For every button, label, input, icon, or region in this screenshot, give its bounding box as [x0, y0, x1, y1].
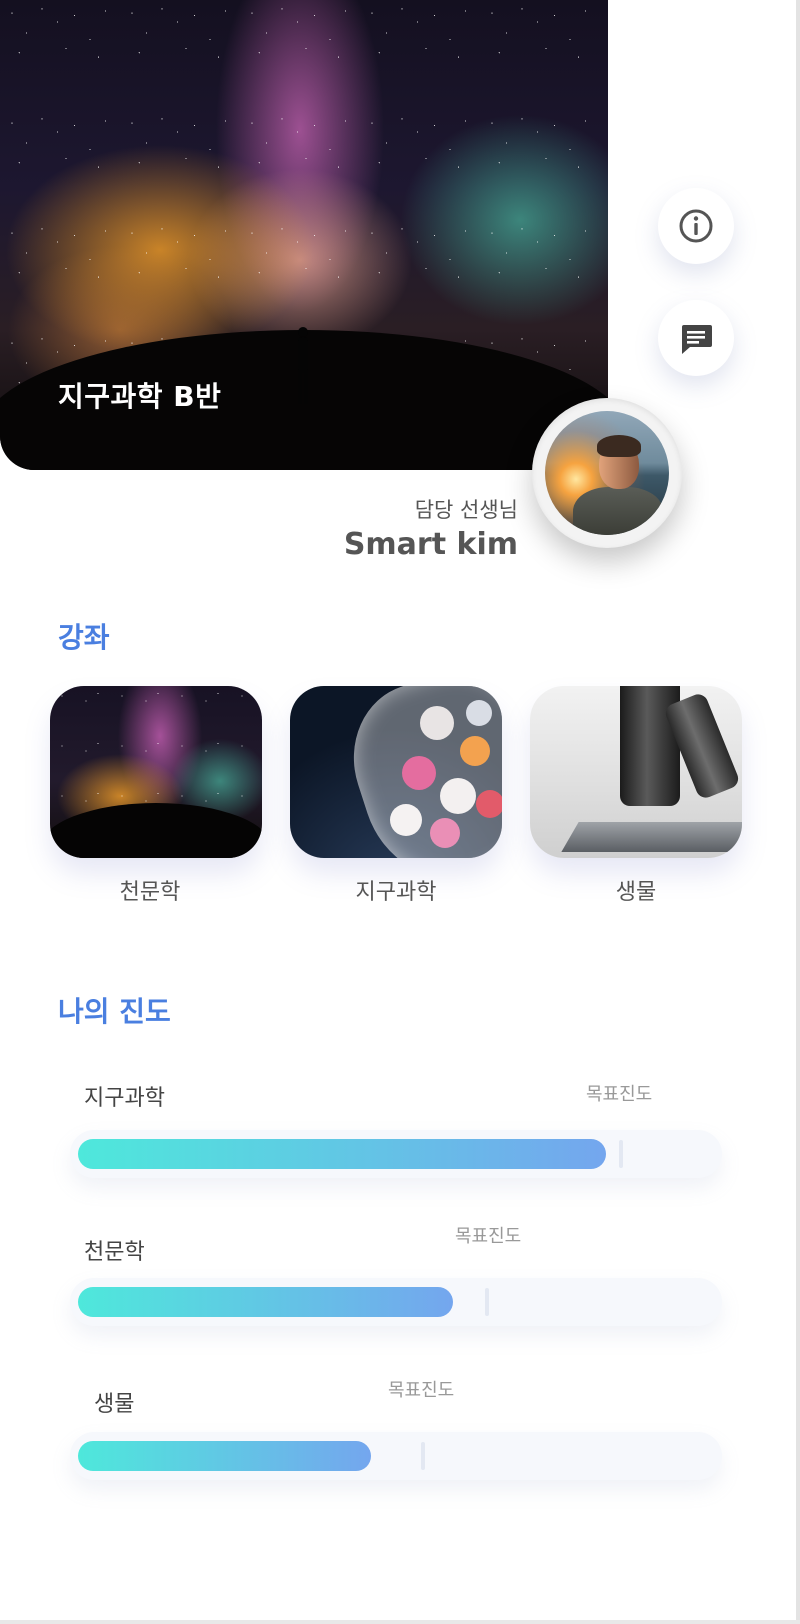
- progress-section-title: 나의 진도: [58, 995, 171, 1028]
- pill: [390, 804, 422, 836]
- course-label-astronomy: 천문학: [119, 880, 181, 905]
- class-hero-banner: 지구과학 B반: [0, 0, 608, 470]
- course-card-earth-science[interactable]: [290, 686, 502, 858]
- pill: [402, 756, 436, 790]
- teacher-avatar[interactable]: [532, 398, 682, 548]
- message-icon: [682, 325, 712, 354]
- progress-name-biology: 생물: [94, 1392, 135, 1417]
- scroll-edge: [796, 0, 800, 1624]
- avatar-hair: [597, 435, 641, 457]
- course-card-biology[interactable]: [530, 686, 742, 858]
- pill: [460, 736, 490, 766]
- progress-track-astronomy: [70, 1278, 722, 1326]
- course-label-earth-science: 지구과학: [355, 880, 437, 905]
- info-icon: [679, 209, 713, 243]
- goal-label: 목표진도: [455, 1226, 522, 1247]
- progress-track-biology: [70, 1432, 722, 1480]
- goal-marker: [485, 1288, 489, 1316]
- teacher-label: 담당 선생님: [414, 498, 518, 522]
- progress-name-astronomy: 천문학: [84, 1240, 145, 1265]
- bottom-edge: [0, 1620, 800, 1624]
- person-silhouette: [298, 327, 308, 404]
- courses-section-title: 강좌: [58, 621, 110, 654]
- goal-label: 목표진도: [388, 1380, 455, 1401]
- microscope-stage: [561, 822, 742, 852]
- pill: [466, 700, 492, 726]
- progress-fill: [78, 1441, 371, 1471]
- progress-track-earth-science: [70, 1130, 722, 1178]
- info-button[interactable]: [658, 188, 734, 264]
- progress-fill: [78, 1287, 453, 1317]
- progress-name-earth-science: 지구과학: [84, 1086, 165, 1111]
- message-button[interactable]: [658, 300, 734, 376]
- pill: [440, 778, 476, 814]
- pill: [420, 706, 454, 740]
- pill: [430, 818, 460, 848]
- class-title: 지구과학 B반: [58, 380, 222, 413]
- teacher-photo: [545, 411, 669, 535]
- goal-marker: [421, 1442, 425, 1470]
- progress-fill: [78, 1139, 606, 1169]
- goal-marker: [619, 1140, 623, 1168]
- avatar-body: [573, 487, 663, 535]
- pill: [476, 790, 502, 818]
- teacher-name: Smart kim: [343, 527, 518, 562]
- goal-label: 목표진도: [586, 1084, 653, 1105]
- course-label-biology: 생물: [615, 880, 657, 905]
- course-card-astronomy[interactable]: [50, 686, 262, 858]
